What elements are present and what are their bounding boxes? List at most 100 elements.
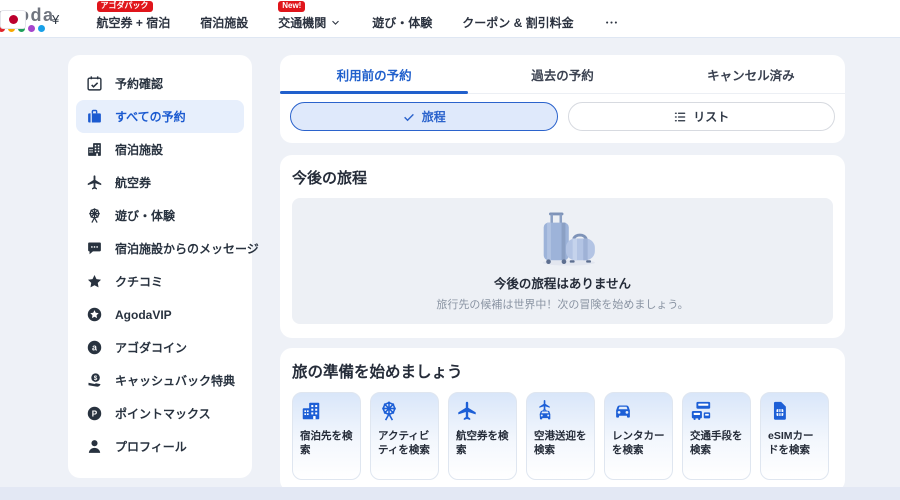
ferris-wheel-icon	[378, 400, 400, 422]
pointmax-icon: P	[86, 405, 103, 422]
nav-badge: New!	[278, 1, 306, 12]
view-toggle-list[interactable]: リスト	[567, 102, 835, 131]
sidebar-item-cashback[interactable]: $ キャッシュバック特典	[76, 364, 244, 397]
briefcase-icon	[86, 108, 103, 125]
sidebar-item-label: キャッシュバック特典	[115, 374, 236, 388]
booking-status-tabs: 利用前の予約 過去の予約 キャンセル済み	[280, 55, 845, 94]
vip-icon	[86, 306, 103, 323]
prepare-card-car[interactable]: レンタカーを検索	[604, 392, 673, 480]
sidebar-item-calendar-check[interactable]: 予約確認	[76, 67, 244, 100]
prepare-card-label: 宿泊先を検索	[300, 430, 353, 456]
footer-strip	[0, 487, 900, 500]
upcoming-trips-title: 今後の旅程	[292, 170, 368, 187]
sidebar-item-message[interactable]: 宿泊施設からのメッセージ	[76, 232, 259, 265]
prepare-card-label: 航空券を検索	[456, 430, 509, 456]
luggage-illustration	[526, 211, 600, 267]
currency-button[interactable]: ¥	[52, 12, 59, 27]
calendar-check-icon	[86, 75, 103, 92]
plane-icon	[456, 400, 478, 422]
prepare-card-transfer[interactable]: 空港送迎を検索	[526, 392, 595, 480]
sidebar-item-label: すべての予約	[115, 110, 186, 124]
nav-item-coupons[interactable]: クーポン & 割引料金	[462, 14, 573, 31]
prepare-card-label: 空港送迎を検索	[534, 430, 587, 456]
coin-a-icon: a	[86, 339, 103, 356]
sidebar-item-pointmax[interactable]: P ポイントマックス	[76, 397, 244, 430]
star-icon	[86, 273, 103, 290]
prepare-card-plane[interactable]: 航空券を検索	[448, 392, 517, 480]
bookings-sidebar: 予約確認すべての予約 宿泊施設航空券遊び・体験宿泊施設からのメッセージクチコミ Ag…	[68, 55, 259, 478]
header-nav: アゴダパック 航空券 + 宿泊 宿泊施設 New! 交通機関 遊び・体験 クーポン & 割引…	[96, 0, 619, 37]
view-toggle-label: 旅程	[421, 110, 446, 124]
sidebar-item-plane[interactable]: 航空券	[76, 166, 244, 199]
prepare-card-transit[interactable]: 交通手段を検索	[682, 392, 751, 480]
message-icon	[86, 240, 103, 257]
language-flag-button[interactable]	[0, 9, 26, 29]
nav-item-label: 航空券 + 宿泊	[96, 16, 171, 30]
svg-text:P: P	[92, 409, 98, 418]
sidebar-item-label: プロフィール	[115, 440, 187, 454]
more-dots-icon	[604, 15, 619, 30]
main-content: 利用前の予約 過去の予約 キャンセル済み 旅程 リスト 今後の旅程 今後の旅程は…	[280, 55, 845, 492]
header-locale-group: ¥	[0, 0, 59, 38]
plane-icon	[86, 174, 103, 191]
sidebar-item-profile[interactable]: プロフィール	[76, 430, 244, 463]
nav-item-label: 交通機関	[278, 16, 327, 30]
esim-icon	[768, 400, 790, 422]
prepare-card-hotel[interactable]: 宿泊先を検索	[292, 392, 361, 480]
sidebar-item-label: アゴダコイン	[115, 341, 188, 355]
sidebar-item-label: 遊び・体験	[115, 209, 176, 223]
nav-item-flight-hotel[interactable]: アゴダパック航空券 + 宿泊	[96, 1, 171, 31]
prepare-card-label: eSIMカードを検索	[768, 430, 814, 456]
sidebar-item-hotel[interactable]: 宿泊施設	[76, 133, 244, 166]
prepare-cards-row: 宿泊先を検索 アクティビティを検索 航空券を検索 空港送迎を検索 レンタカーを検索 交通手…	[292, 392, 833, 480]
nav-item-more[interactable]	[604, 15, 619, 30]
prepare-card-label: レンタカーを検索	[612, 430, 665, 456]
transit-icon	[690, 400, 712, 422]
empty-state-subtitle: 旅行先の候補は世界中！次の冒険を始めましょう。	[436, 298, 689, 311]
profile-icon	[86, 438, 103, 455]
list-icon	[673, 110, 687, 124]
sidebar-item-star[interactable]: クチコミ	[76, 265, 244, 298]
ferris-wheel-icon	[86, 207, 103, 224]
sidebar-item-coin-a[interactable]: a アゴダコイン	[76, 331, 244, 364]
sidebar-item-label: AgodaVIP	[115, 307, 172, 322]
sidebar-item-label: 予約確認	[115, 77, 164, 91]
view-toggle-itinerary[interactable]: 旅程	[290, 102, 558, 131]
trip-prepare-title: 旅の準備を始めましょう	[292, 364, 463, 381]
nav-item-label: 遊び・体験	[372, 16, 433, 30]
svg-text:a: a	[92, 343, 97, 353]
japan-flag-icon	[8, 14, 18, 24]
nav-item-label: クーポン & 割引料金	[462, 16, 574, 30]
nav-item-hotels[interactable]: 宿泊施設	[200, 14, 248, 31]
sidebar-item-label: 宿泊施設	[115, 143, 164, 157]
sidebar-item-ferris-wheel[interactable]: 遊び・体験	[76, 199, 244, 232]
transfer-icon	[534, 400, 556, 422]
sidebar-item-vip[interactable]: AgodaVIP	[76, 298, 244, 331]
view-toggle: 旅程 リスト	[280, 94, 845, 143]
bookings-tab-card: 利用前の予約 過去の予約 キャンセル済み 旅程 リスト	[280, 55, 845, 143]
svg-text:$: $	[94, 375, 98, 382]
tab-1[interactable]: 過去の予約	[468, 55, 656, 93]
car-icon	[612, 400, 634, 422]
prepare-card-label: 交通手段を検索	[690, 430, 743, 456]
upcoming-trips-card: 今後の旅程 今後の旅程はありません 旅行先の候補は世界中！次の冒険を始めましょう…	[280, 155, 845, 338]
empty-state-panel: 今後の旅程はありません 旅行先の候補は世界中！次の冒険を始めましょう。	[292, 198, 833, 324]
prepare-card-esim[interactable]: eSIMカードを検索	[760, 392, 829, 480]
sidebar-item-label: クチコミ	[115, 275, 164, 289]
sidebar-item-label: 航空券	[115, 176, 152, 190]
tab-0[interactable]: 利用前の予約	[280, 55, 469, 94]
nav-badge: アゴダパック	[96, 1, 153, 12]
nav-item-transport[interactable]: New! 交通機関	[278, 1, 342, 31]
nav-item-label: 宿泊施設	[200, 16, 249, 30]
chevron-down-icon	[329, 16, 342, 29]
trip-prepare-card: 旅の準備を始めましょう 宿泊先を検索 アクティビティを検索 航空券を検索 空港送迎を検…	[280, 348, 845, 492]
empty-state-title: 今後の旅程はありません	[493, 276, 632, 291]
nav-item-activities[interactable]: 遊び・体験	[372, 14, 432, 31]
prepare-card-label: アクティビティを検索	[378, 430, 430, 456]
cashback-icon: $	[86, 372, 103, 389]
prepare-card-ferris-wheel[interactable]: アクティビティを検索	[370, 392, 439, 480]
top-header: agoda アゴダパック 航空券 + 宿泊 宿泊施設 New! 交通機関 遊び・体験 クーポ…	[0, 0, 900, 38]
check-icon	[402, 110, 416, 124]
sidebar-item-briefcase[interactable]: すべての予約	[76, 100, 244, 133]
tab-2[interactable]: キャンセル済み	[657, 55, 845, 93]
